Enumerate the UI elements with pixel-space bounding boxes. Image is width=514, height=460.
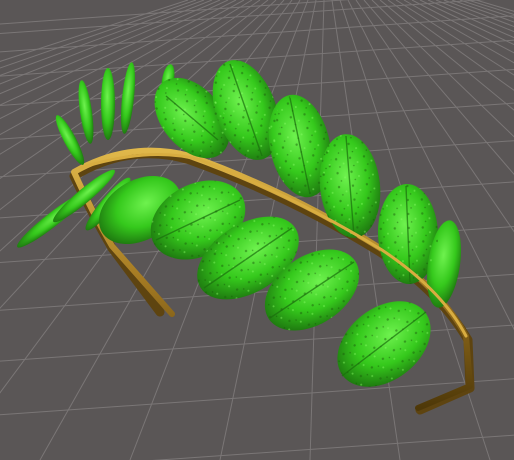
grid-line [0, 324, 514, 362]
scene-canvas[interactable] [0, 0, 514, 460]
grid-line [467, 0, 514, 15]
grid-line [309, 0, 325, 460]
grid-line [0, 39, 514, 77]
grid-line [152, 434, 514, 460]
scene-viewport[interactable] [0, 0, 514, 460]
grid-line [475, 0, 514, 12]
grid-line [0, 378, 514, 416]
